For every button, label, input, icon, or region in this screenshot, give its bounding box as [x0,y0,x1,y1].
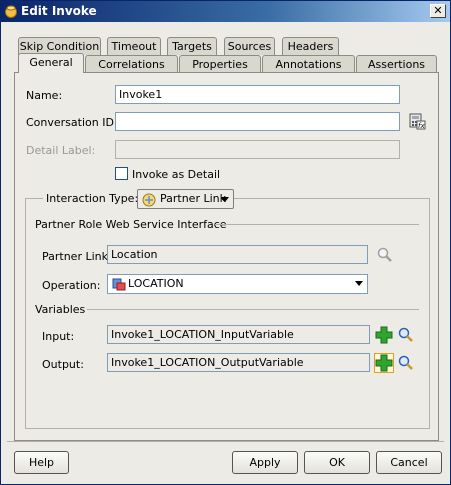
add-icon[interactable] [375,326,393,344]
name-label: Name: [26,89,63,102]
partner-link-icon [142,193,156,207]
input-variable-field[interactable]: Invoke1_LOCATION_InputVariable [107,325,370,344]
cancel-button[interactable]: Cancel [376,451,442,474]
operation-value: LOCATION [128,277,184,290]
tab-annotations[interactable]: Annotations [262,55,355,73]
partner-role-title: Partner Role Web Service Interface [35,218,227,231]
interaction-group [25,198,430,429]
expression-builder-icon[interactable]: fx [408,112,426,130]
search-icon[interactable] [397,354,415,372]
svg-text:fx: fx [418,122,425,130]
invoke-as-detail-label: Invoke as Detail [132,168,221,181]
output-variable-field[interactable]: Invoke1_LOCATION_OutputVariable [107,353,370,372]
tab-correlations[interactable]: Correlations [85,55,178,73]
operation-label: Operation: [42,279,101,292]
ok-button[interactable]: OK [304,451,370,474]
tab-properties[interactable]: Properties [179,55,261,73]
title-bar[interactable]: Edit Invoke ✕ [1,1,450,22]
search-icon[interactable] [376,246,394,264]
partner-link-label: Partner Link: [42,250,112,263]
help-button[interactable]: Help [14,451,69,474]
interaction-type-dropdown[interactable]: Partner Link [137,189,234,209]
interaction-type-value: Partner Link [160,192,226,205]
partner-role-divider [215,224,419,225]
detail-label-field[interactable] [115,140,400,159]
output-label: Output: [42,358,84,371]
tab-sources[interactable]: Sources [224,37,275,55]
operation-select[interactable]: LOCATION [107,274,368,294]
tab-targets[interactable]: Targets [167,37,217,55]
add-icon [375,354,393,372]
tab-assertions[interactable]: Assertions [356,55,437,73]
search-icon[interactable] [397,326,415,344]
chevron-down-icon [221,197,229,202]
oracle-app-icon [5,5,17,18]
variables-divider [87,309,419,310]
edit-invoke-dialog: Edit Invoke ✕ Skip Condition Timeout Tar… [0,0,451,485]
operation-icon [112,278,126,291]
button-bar-separator [7,441,444,442]
apply-button[interactable]: Apply [232,451,298,474]
tab-timeout[interactable]: Timeout [107,37,161,55]
close-button[interactable]: ✕ [430,4,446,18]
invoke-as-detail-checkbox[interactable] [115,167,128,180]
detail-label-label: Detail Label: [26,144,96,157]
window-title: Edit Invoke [21,4,97,18]
conversation-id-field[interactable] [115,112,400,131]
interaction-type-label: Interaction Type: [43,192,142,205]
add-button-focused[interactable] [374,353,394,373]
tab-general[interactable]: General [18,53,84,73]
partner-link-field[interactable]: Location [107,245,368,264]
input-label: Input: [42,330,75,343]
variables-title: Variables [35,303,86,316]
name-field[interactable]: Invoke1 [115,85,400,104]
conversation-id-label: Conversation ID: [26,116,118,129]
chevron-down-icon [355,281,363,286]
tab-headers[interactable]: Headers [282,37,339,55]
